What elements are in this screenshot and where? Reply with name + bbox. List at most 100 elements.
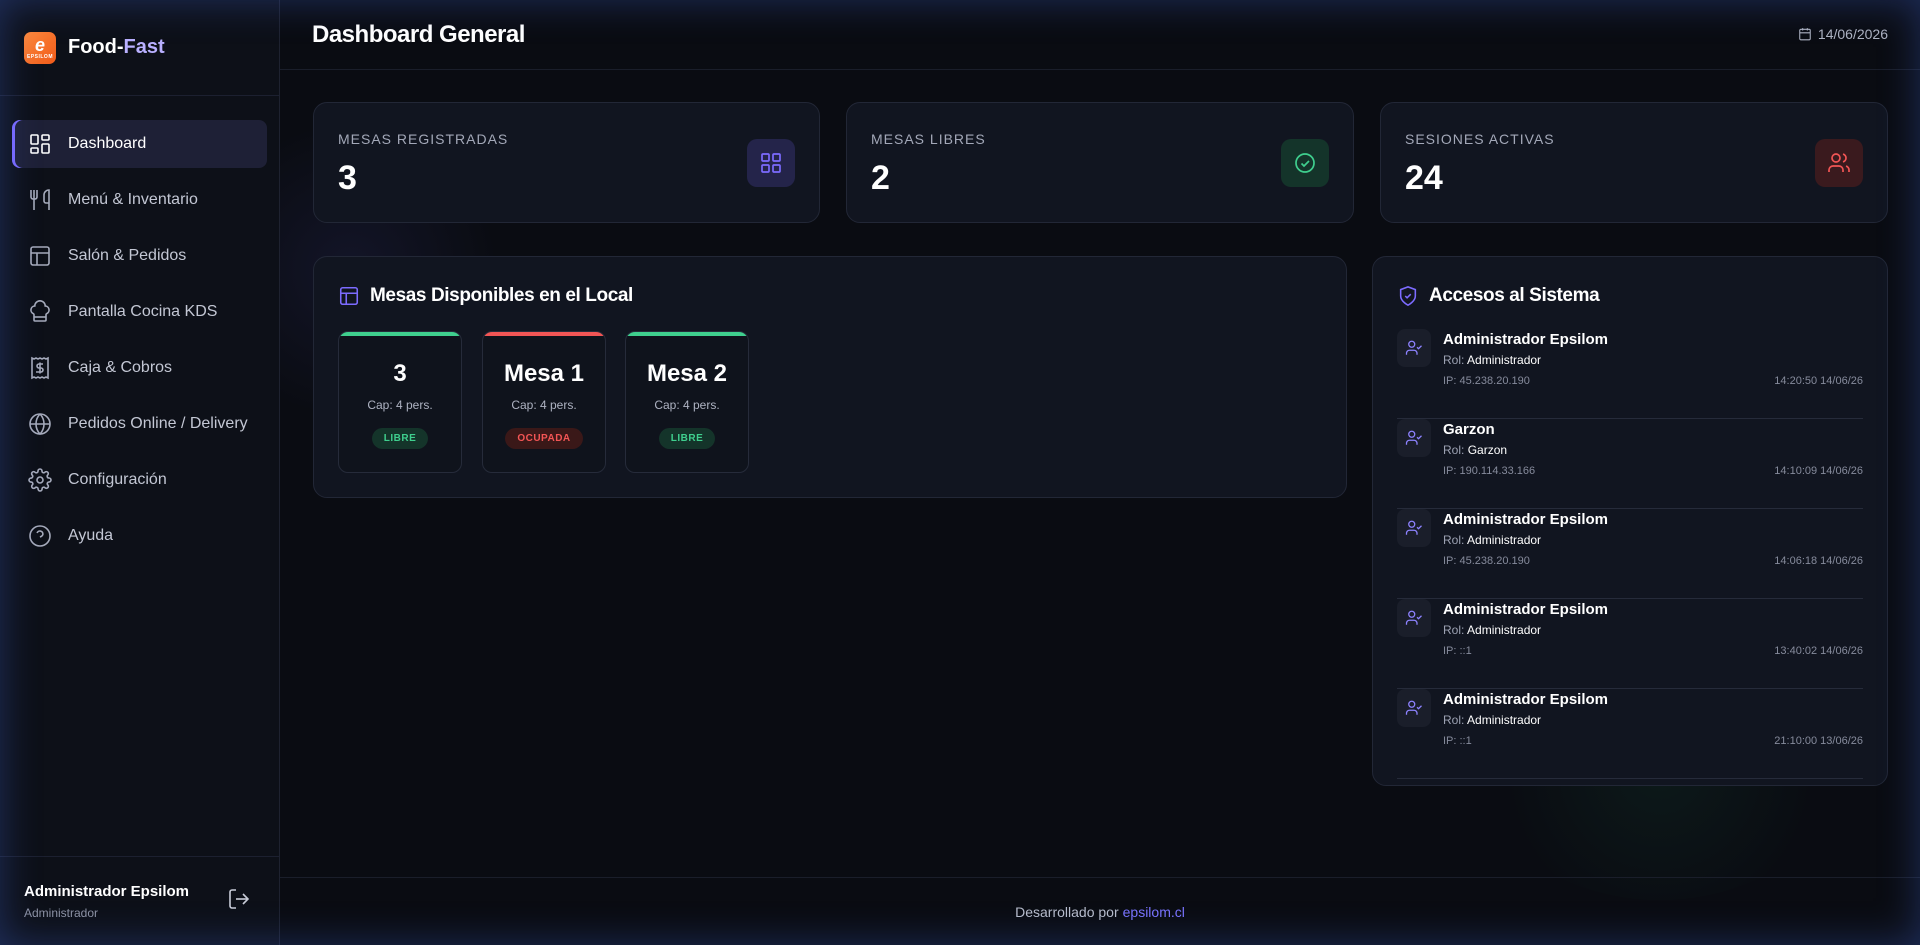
stat-card-mesas-registradas: MESAS REGISTRADAS 3	[313, 102, 820, 223]
brand[interactable]: e EPSILOM Food-Fast	[0, 0, 279, 96]
user-check-icon-box	[1397, 509, 1431, 547]
status-bar	[339, 332, 461, 336]
role-prefix: Rol:	[1443, 443, 1465, 457]
stat-value: 2	[871, 159, 890, 197]
sidebar-item-label: Pantalla Cocina KDS	[68, 303, 218, 320]
stat-label: MESAS LIBRES	[871, 131, 986, 147]
role-prefix: Rol:	[1443, 623, 1465, 637]
current-date: 14/06/2026	[1798, 26, 1888, 42]
access-item: Administrador Epsilom Rol: Administrador…	[1397, 599, 1863, 689]
sidebar-item-label: Dashboard	[68, 135, 147, 152]
sidebar-item-label: Caja & Cobros	[68, 359, 173, 376]
access-list: Administrador Epsilom Rol: Administrador…	[1397, 329, 1863, 779]
access-ip: IP: 45.238.20.190	[1443, 555, 1530, 567]
table-name: 3	[393, 360, 407, 387]
shield-check-icon	[1399, 286, 1417, 307]
table-name: Mesa 2	[646, 360, 728, 387]
sidebar-item-dashboard[interactable]: Dashboard	[12, 120, 267, 168]
stat-icon-box	[1281, 139, 1329, 187]
food-fast-logo: e EPSILOM	[24, 31, 56, 64]
logo-subtext: EPSILOM	[26, 53, 53, 60]
calendar-icon	[1799, 28, 1811, 41]
status-bar	[626, 332, 748, 336]
user-role: Administrador	[24, 906, 99, 920]
user-check-icon	[1405, 340, 1422, 355]
table-card-mesa-1[interactable]: Mesa 1 Cap: 4 pers. OCUPADA	[482, 331, 606, 473]
logout-button[interactable]	[227, 887, 251, 911]
logo-letter: e	[34, 34, 45, 55]
layout-icon	[30, 246, 50, 266]
status-badge: OCUPADA	[505, 428, 583, 449]
sidebar-item-label: Configuración	[68, 471, 167, 488]
table-capacity: Cap: 4 pers.	[654, 398, 720, 412]
user-check-icon-box	[1397, 689, 1431, 727]
access-timestamp: 14:06:18 14/06/26	[1774, 555, 1863, 567]
access-timestamp: 14:20:50 14/06/26	[1774, 375, 1863, 387]
user-check-icon	[1405, 430, 1422, 445]
user-name: Administrador Epsilom	[24, 883, 190, 900]
page-title: Dashboard General	[312, 20, 525, 48]
status-badge: LIBRE	[658, 428, 716, 449]
sidebar-item-cocina-kds[interactable]: Pantalla Cocina KDS	[12, 288, 267, 336]
users-icon	[1828, 153, 1850, 172]
access-user-name: Administrador Epsilom	[1443, 511, 1609, 528]
section-title-text: Mesas Disponibles en el Local	[370, 285, 633, 306]
help-circle-icon	[29, 525, 51, 547]
sidebar-item-label: Ayuda	[68, 527, 114, 544]
access-user-role: Rol: Administrador	[1443, 353, 1541, 367]
topbar: Dashboard General 14/06/2026	[280, 0, 1920, 70]
globe-icon	[29, 413, 51, 436]
user-check-icon-box	[1397, 329, 1431, 367]
role-prefix: Rol:	[1443, 533, 1465, 547]
sidebar-item-configuracion[interactable]: Configuración	[12, 456, 267, 504]
sidebar-item-ayuda[interactable]: Ayuda	[12, 512, 267, 560]
section-title-text: Accesos al Sistema	[1429, 285, 1600, 306]
access-panel: Accesos al Sistema Administrador Epsilom…	[1372, 256, 1888, 786]
gear-icon	[28, 468, 52, 492]
access-timestamp: 14:10:09 14/06/26	[1774, 465, 1863, 477]
sidebar-item-label: Pedidos Online / Delivery	[68, 415, 248, 432]
logout-icon	[229, 889, 250, 909]
sidebar: e EPSILOM Food-Fast Dashboard Menú & Inv…	[0, 0, 280, 945]
status-badge: LIBRE	[371, 428, 429, 449]
access-ip: IP: 45.238.20.190	[1443, 375, 1530, 387]
table-card-3[interactable]: 3 Cap: 4 pers. LIBRE	[338, 331, 462, 473]
sidebar-item-label: Salón & Pedidos	[68, 247, 187, 264]
layout-icon	[339, 286, 359, 306]
access-ip: IP: ::1	[1443, 735, 1472, 747]
footer-link-epsilom[interactable]: epsilom.cl	[1123, 904, 1185, 920]
table-capacity: Cap: 4 pers.	[511, 398, 577, 412]
access-item: Garzon Rol: Garzon IP: 190.114.33.166 14…	[1397, 419, 1863, 509]
stat-card-mesas-libres: MESAS LIBRES 2	[846, 102, 1354, 223]
role-value: Administrador	[1467, 713, 1542, 727]
access-timestamp: 21:10:00 13/06/26	[1774, 735, 1863, 747]
access-item: Administrador Epsilom Rol: Administrador…	[1397, 329, 1863, 419]
access-user-name: Garzon	[1443, 421, 1495, 438]
user-profile: Administrador Epsilom Administrador	[0, 856, 279, 945]
receipt-dollar-icon	[31, 356, 49, 380]
access-user-role: Rol: Administrador	[1443, 533, 1541, 547]
access-ip: IP: ::1	[1443, 645, 1472, 657]
access-user-role: Rol: Administrador	[1443, 623, 1541, 637]
sidebar-item-menu-inventario[interactable]: Menú & Inventario	[12, 176, 267, 224]
footer: Desarrollado por epsilom.cl	[280, 877, 1920, 945]
sidebar-item-pedidos-online[interactable]: Pedidos Online / Delivery	[12, 400, 267, 448]
stat-card-sesiones-activas: SESIONES ACTIVAS 24	[1380, 102, 1888, 223]
sidebar-item-salon-pedidos[interactable]: Salón & Pedidos	[12, 232, 267, 280]
tables-panel: Mesas Disponibles en el Local 3 Cap: 4 p…	[313, 256, 1347, 498]
stat-label: MESAS REGISTRADAS	[338, 131, 509, 147]
table-capacity: Cap: 4 pers.	[367, 398, 433, 412]
access-user-name: Administrador Epsilom	[1443, 691, 1609, 708]
main-nav: Dashboard Menú & Inventario Salón & Pedi…	[0, 96, 279, 592]
stat-value: 3	[338, 159, 357, 197]
user-check-icon-box	[1397, 419, 1431, 457]
table-card-mesa-2[interactable]: Mesa 2 Cap: 4 pers. LIBRE	[625, 331, 749, 473]
user-check-icon	[1405, 700, 1422, 715]
access-item: Administrador Epsilom Rol: Administrador…	[1397, 689, 1863, 779]
sidebar-item-label: Menú & Inventario	[68, 191, 198, 208]
brand-name-part2: Fast	[123, 36, 165, 58]
sidebar-item-caja-cobros[interactable]: Caja & Cobros	[12, 344, 267, 392]
dashboard-grid-icon	[30, 134, 50, 154]
access-item: Administrador Epsilom Rol: Administrador…	[1397, 509, 1863, 599]
user-check-icon-box	[1397, 599, 1431, 637]
